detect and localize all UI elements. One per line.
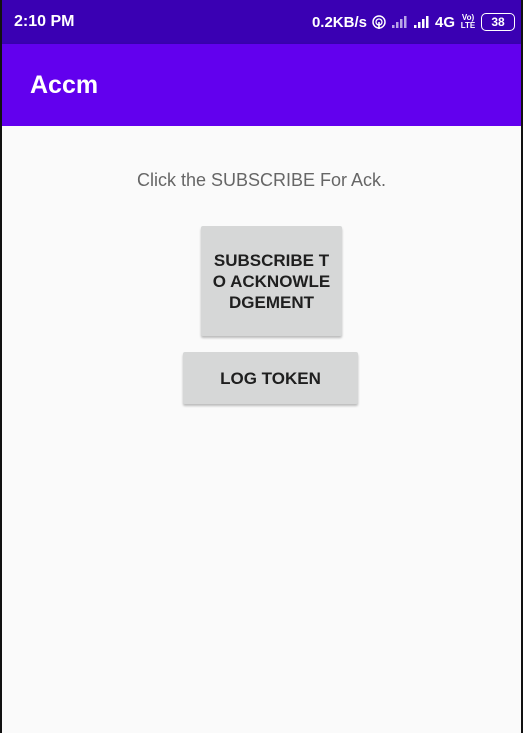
battery-icon: 38 bbox=[481, 13, 515, 31]
network-type: 4G bbox=[434, 13, 455, 31]
instruction-text: Click the SUBSCRIBE For Ack. bbox=[136, 170, 387, 190]
status-bar: 2:10 PM 0.2KB/s 4G Vo) LTE 38 bbox=[2, 0, 521, 44]
volte-icon: Vo) LTE bbox=[459, 14, 477, 30]
log-token-button-label: LOG TOKEN bbox=[220, 368, 321, 388]
network-speed: 0.2KB/s bbox=[311, 13, 367, 31]
status-time: 2:10 PM bbox=[14, 13, 75, 30]
app-bar: Accm bbox=[2, 44, 521, 126]
phone-screen: 2:10 PM 0.2KB/s 4G Vo) LTE 38 Accm Click… bbox=[0, 0, 523, 733]
app-title: Accm bbox=[30, 70, 99, 99]
volte-label: Vo) LTE bbox=[460, 13, 476, 30]
signal-icon bbox=[413, 15, 431, 29]
status-indicators: 0.2KB/s 4G Vo) LTE 38 bbox=[312, 13, 515, 31]
hotspot-icon bbox=[371, 14, 387, 30]
subscribe-button-label: SUBSCRIBE TO ACKNOWLEDGEMENT bbox=[212, 250, 331, 312]
signal-icon bbox=[391, 15, 409, 29]
subscribe-button[interactable]: SUBSCRIBE TO ACKNOWLEDGEMENT bbox=[201, 226, 342, 336]
log-token-button[interactable]: LOG TOKEN bbox=[183, 352, 358, 404]
main-content: Click the SUBSCRIBE For Ack. SUBSCRIBE T… bbox=[2, 126, 521, 733]
battery-level: 38 bbox=[491, 15, 505, 29]
